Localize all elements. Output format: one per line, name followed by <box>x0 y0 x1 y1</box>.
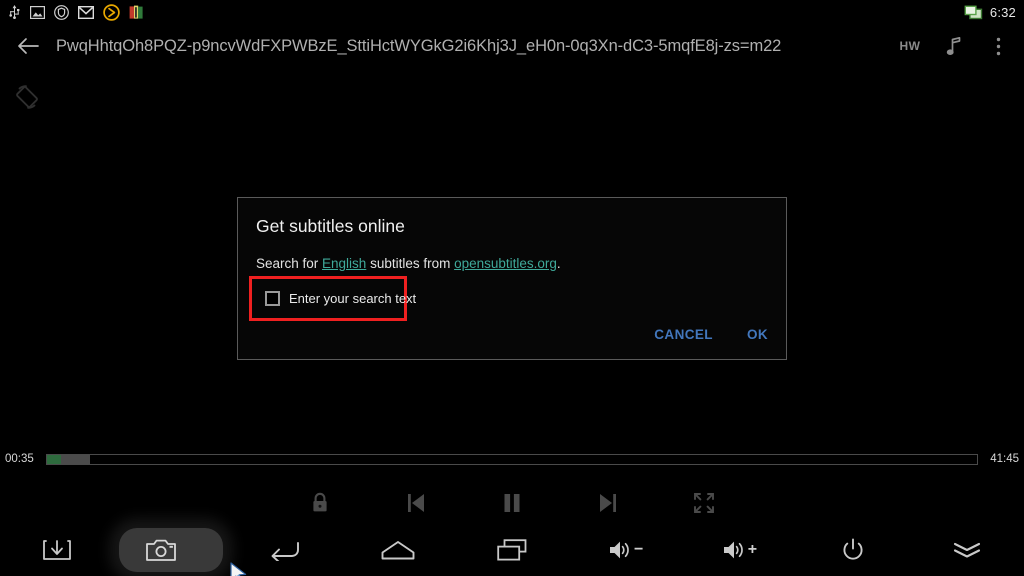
screen-rotation-button[interactable] <box>10 80 44 114</box>
search-text-checkbox[interactable] <box>265 291 280 306</box>
volume-up-button[interactable]: + <box>689 527 789 573</box>
mouse-cursor-icon <box>230 562 246 576</box>
dialog-message-middle: subtitles from <box>366 256 455 271</box>
volume-down-sign: − <box>634 541 644 558</box>
volume-down-button[interactable]: − <box>576 527 676 573</box>
device-screen: 6:32 PwqHhtqOh8PQZ-p9ncvWdFXPWBzE_SttiHc… <box>0 0 1024 576</box>
power-button[interactable] <box>803 527 903 573</box>
previous-button[interactable] <box>368 482 464 524</box>
volume-up-group: + <box>722 539 757 561</box>
subtitles-dialog: Get subtitles online Search for English … <box>237 197 787 360</box>
dialog-actions: CANCEL OK <box>650 322 772 347</box>
status-bar: 6:32 <box>0 0 1024 24</box>
screen-share-icon <box>964 5 983 19</box>
next-icon <box>600 494 616 512</box>
usb-icon <box>9 5 20 19</box>
dialog-message-prefix: Search for <box>256 256 323 271</box>
ok-button[interactable]: OK <box>743 322 772 347</box>
search-text-checkbox-label: Enter your search text <box>289 291 417 306</box>
download-icon <box>42 540 71 560</box>
recents-icon <box>497 539 527 561</box>
language-link[interactable]: English <box>322 256 366 271</box>
screen-rotation-icon <box>16 85 38 109</box>
screenshot-icon <box>30 5 45 19</box>
camera-icon <box>145 539 176 561</box>
volume-down-icon <box>610 541 629 559</box>
dialog-message-suffix: . <box>556 256 561 271</box>
music-note-icon <box>946 36 961 55</box>
back-icon <box>271 542 300 561</box>
title-bar-actions: HW <box>888 24 1020 68</box>
play-circle-icon <box>103 3 120 21</box>
bottom-navigation-bar: − + <box>0 524 1024 576</box>
media-controls <box>0 482 1024 524</box>
seek-bar-row: 00:35 41:45 <box>0 449 1024 469</box>
page-title: PwqHhtqOh8PQZ-p9ncvWdFXPWBzE_SttiHctWYGk… <box>56 36 782 55</box>
power-icon <box>843 538 863 560</box>
previous-icon <box>408 494 424 512</box>
fullscreen-icon <box>694 493 714 513</box>
volume-down-group: − <box>608 539 643 561</box>
cancel-button[interactable]: CANCEL <box>650 322 717 347</box>
audio-track-button[interactable] <box>932 24 976 68</box>
app-title-bar: PwqHhtqOh8PQZ-p9ncvWdFXPWBzE_SttiHctWYGk… <box>0 24 1024 68</box>
status-bar-clock: 6:32 <box>989 4 1016 20</box>
seek-progress <box>47 454 61 464</box>
pause-button[interactable] <box>464 482 560 524</box>
opensubtitles-link[interactable]: opensubtitles.org <box>454 256 557 271</box>
volume-up-icon <box>723 541 743 559</box>
status-bar-system-area: 6:32 <box>964 0 1016 24</box>
total-time-label: 41:45 <box>990 453 1019 465</box>
volume-up-sign: + <box>747 541 758 558</box>
nav-recents-button[interactable] <box>462 527 562 573</box>
gmail-icon <box>78 5 94 19</box>
back-button[interactable] <box>6 24 50 68</box>
next-button[interactable] <box>560 482 656 524</box>
back-arrow-icon <box>18 38 39 54</box>
home-icon <box>381 541 415 560</box>
screenshot-button[interactable] <box>121 527 246 576</box>
collapse-button[interactable] <box>917 527 1017 573</box>
dialog-message: Search for English subtitles from opensu… <box>256 256 786 271</box>
lock-icon <box>313 492 327 512</box>
nav-home-button[interactable] <box>348 527 448 573</box>
app-icon <box>129 5 143 19</box>
status-bar-notification-icons <box>0 3 144 21</box>
more-vertical-icon <box>996 37 1000 55</box>
dialog-title: Get subtitles online <box>256 216 405 236</box>
pause-icon <box>504 494 520 512</box>
fullscreen-button[interactable] <box>656 482 752 524</box>
seek-bar[interactable] <box>46 453 978 465</box>
search-text-checkbox-row[interactable]: Enter your search text <box>249 276 416 321</box>
lock-button[interactable] <box>272 482 368 524</box>
overflow-menu-button[interactable] <box>976 24 1020 68</box>
download-button[interactable] <box>7 527 107 573</box>
current-time-label: 00:35 <box>5 453 34 465</box>
shield-icon <box>54 4 69 20</box>
collapse-icon <box>953 542 981 558</box>
hardware-decode-indicator[interactable]: HW <box>888 39 932 53</box>
